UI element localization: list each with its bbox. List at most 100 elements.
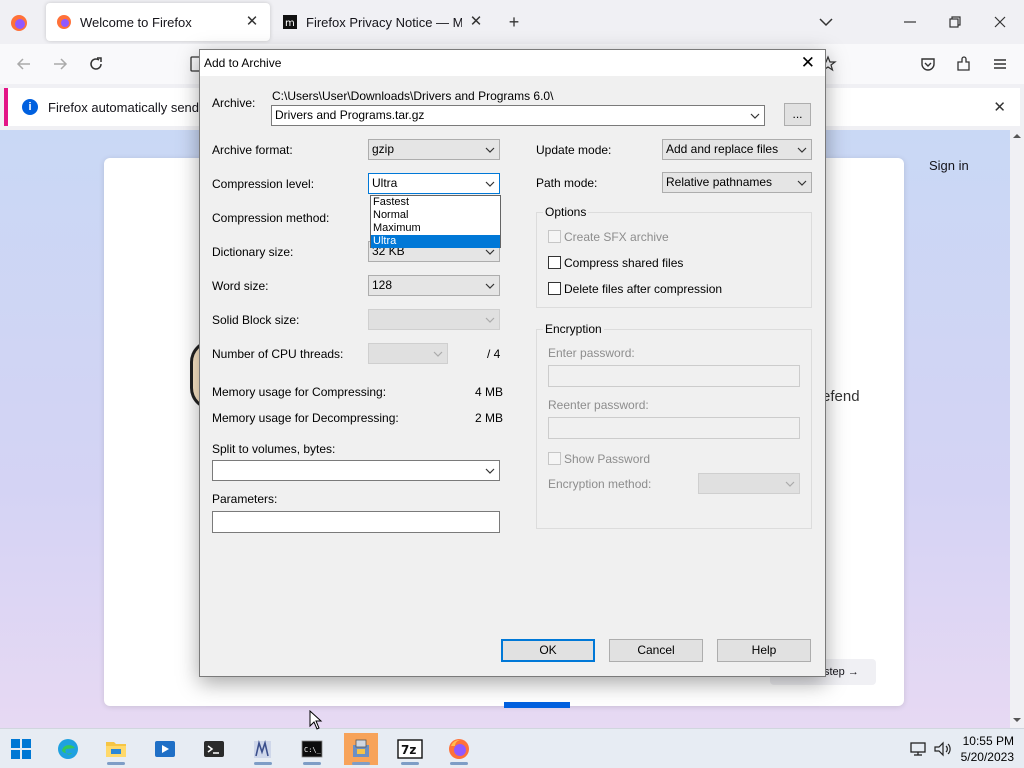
system-clock[interactable]: 10:55 PM 5/20/2023 <box>961 733 1014 765</box>
list-all-tabs-icon[interactable] <box>816 12 836 32</box>
chevron-down-icon[interactable] <box>485 467 495 475</box>
chevron-down-icon[interactable] <box>485 146 495 154</box>
help-button[interactable]: Help <box>717 639 811 662</box>
split-volumes-combo[interactable] <box>212 460 500 481</box>
cancel-button[interactable]: Cancel <box>609 639 703 662</box>
taskbar-terminal[interactable] <box>197 733 231 765</box>
solid-block-size-label: Solid Block size: <box>212 313 300 327</box>
extensions-icon[interactable] <box>954 54 974 74</box>
enter-password-input[interactable] <box>548 365 800 387</box>
pocket-icon[interactable] <box>918 54 938 74</box>
chevron-down-icon[interactable] <box>485 282 495 290</box>
dropdown-option-maximum[interactable]: Maximum <box>371 222 500 235</box>
network-icon[interactable] <box>910 741 928 757</box>
svg-text:7z: 7z <box>401 743 416 757</box>
encryption-method-select[interactable] <box>698 473 800 494</box>
minimize-icon[interactable] <box>900 12 920 32</box>
compress-shared-label: Compress shared files <box>564 256 684 270</box>
taskbar-media-player[interactable] <box>148 733 182 765</box>
clock-time: 10:55 PM <box>962 734 1014 748</box>
tab-title: Welcome to Firefox <box>80 14 192 30</box>
firefox-view-icon[interactable] <box>8 12 30 34</box>
memory-decompress-label: Memory usage for Decompressing: <box>212 411 399 425</box>
back-arrow-icon[interactable] <box>14 54 34 74</box>
scroll-up-icon[interactable] <box>1013 132 1021 140</box>
reload-icon[interactable] <box>86 54 106 74</box>
tab-welcome-to-firefox[interactable]: Welcome to Firefox ✕ <box>46 3 270 41</box>
path-mode-select[interactable]: Relative pathnames <box>662 172 812 193</box>
taskbar-notepad-plus[interactable] <box>246 733 280 765</box>
encryption-method-label: Encryption method: <box>548 477 652 491</box>
taskbar-command-prompt[interactable]: C:\_ <box>295 733 329 765</box>
dropdown-option-fastest[interactable]: Fastest <box>371 196 500 209</box>
chevron-down-icon[interactable] <box>750 112 760 120</box>
close-tab-icon[interactable]: ✕ <box>468 14 484 30</box>
update-mode-value: Add and replace files <box>666 142 779 156</box>
chevron-down-icon[interactable] <box>485 180 495 188</box>
compress-shared-checkbox[interactable] <box>548 256 561 269</box>
page-scrollbar[interactable] <box>1010 130 1024 728</box>
compression-level-select[interactable]: Ultra <box>368 173 500 194</box>
close-window-icon[interactable] <box>990 12 1010 32</box>
close-dialog-icon[interactable]: ✕ <box>801 53 815 73</box>
dialog-title: Add to Archive <box>204 56 282 70</box>
browse-button[interactable]: ... <box>784 103 811 126</box>
close-tab-icon[interactable]: ✕ <box>244 14 260 30</box>
dialog-title-bar[interactable]: Add to Archive ✕ <box>200 50 825 76</box>
word-size-label: Word size: <box>212 279 269 293</box>
edge-icon <box>58 739 78 759</box>
encryption-group-title: Encryption <box>543 322 604 336</box>
chevron-down-icon <box>485 317 495 323</box>
hamburger-menu-icon[interactable] <box>990 54 1010 74</box>
chevron-down-icon[interactable] <box>485 248 495 256</box>
update-mode-select[interactable]: Add and replace files <box>662 139 812 160</box>
split-volumes-label: Split to volumes, bytes: <box>212 442 336 456</box>
browser-tab-bar: Welcome to Firefox ✕ m Firefox Privacy N… <box>0 0 1024 44</box>
create-sfx-checkbox[interactable] <box>548 230 561 243</box>
archive-name-combo[interactable]: Drivers and Programs.tar.gz <box>271 105 765 126</box>
show-password-checkbox[interactable] <box>548 452 561 465</box>
volume-icon[interactable] <box>933 741 953 757</box>
taskbar-edge[interactable] <box>51 733 85 765</box>
taskbar-firefox[interactable] <box>442 733 476 765</box>
cpu-threads-select[interactable] <box>368 343 448 364</box>
taskbar-7zip[interactable]: 7z <box>393 733 427 765</box>
ok-button[interactable]: OK <box>501 639 595 662</box>
compression-method-label: Compression method: <box>212 211 330 225</box>
memory-decompress-value: 2 MB <box>475 411 504 425</box>
taskbar: C:\_ 7z 10:55 PM 5/20/2023 <box>0 728 1024 768</box>
chevron-down-icon[interactable] <box>797 146 807 154</box>
word-size-value: 128 <box>372 278 393 292</box>
cpu-threads-total: / 4 <box>487 347 501 361</box>
taskbar-installer[interactable] <box>344 733 378 765</box>
svg-text:m: m <box>285 18 295 29</box>
solid-block-size-select[interactable] <box>368 309 500 330</box>
reenter-password-label: Reenter password: <box>548 398 649 412</box>
folder-icon <box>106 742 126 757</box>
word-size-select[interactable]: 128 <box>368 275 500 296</box>
taskbar-file-explorer[interactable] <box>99 733 133 765</box>
onboarding-progress <box>504 702 570 708</box>
close-notification-icon[interactable]: ✕ <box>993 98 1006 116</box>
restore-icon[interactable] <box>945 12 965 32</box>
reenter-password-input[interactable] <box>548 417 800 439</box>
scroll-down-icon[interactable] <box>1013 716 1021 724</box>
archive-format-select[interactable]: gzip <box>368 139 500 160</box>
tab-firefox-privacy-notice[interactable]: m Firefox Privacy Notice — Mozill ✕ <box>272 3 494 41</box>
options-group-title: Options <box>543 205 589 219</box>
parameters-input[interactable] <box>212 511 500 533</box>
new-tab-icon[interactable]: + <box>504 12 524 32</box>
dropdown-option-ultra[interactable]: Ultra <box>371 235 500 248</box>
chevron-down-icon[interactable] <box>797 179 807 187</box>
delete-after-checkbox[interactable] <box>548 282 561 295</box>
windows-logo-icon <box>11 739 31 759</box>
firefox-logo-icon <box>449 739 469 759</box>
dropdown-option-normal[interactable]: Normal <box>371 209 500 222</box>
tab-title: Firefox Privacy Notice — Mozill <box>306 14 462 30</box>
parameters-label: Parameters: <box>212 492 278 506</box>
forward-arrow-icon[interactable] <box>50 54 70 74</box>
dictionary-size-label: Dictionary size: <box>212 245 294 259</box>
archive-filename: Drivers and Programs.tar.gz <box>275 108 425 122</box>
sign-in-link[interactable]: Sign in <box>929 158 969 173</box>
start-button[interactable] <box>4 733 38 765</box>
